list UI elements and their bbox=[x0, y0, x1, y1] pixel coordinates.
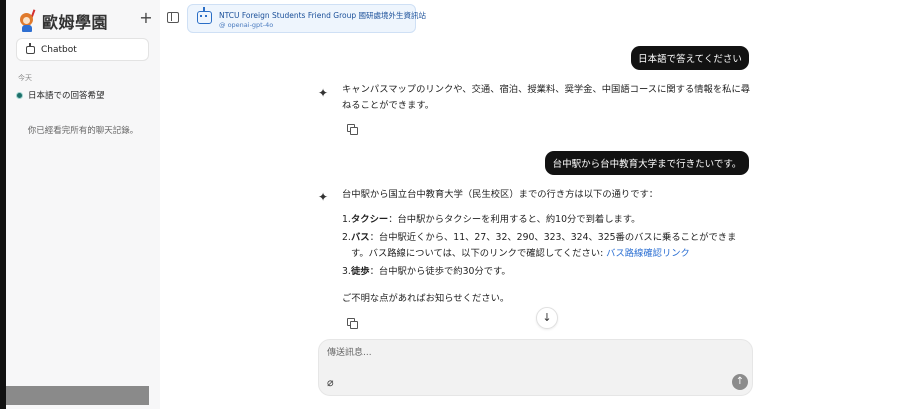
attach-icon[interactable]: ⌀ bbox=[327, 376, 339, 390]
arrow-up-icon: ↑ bbox=[735, 376, 745, 387]
history-end-note: 你已經看完所有的聊天記錄。 bbox=[27, 126, 139, 136]
assistant-message: キャンパスマップのリンクや、交通、宿泊、授業料、奨学金、中国語コースに関する情報… bbox=[342, 84, 751, 111]
bus-route-link[interactable]: バス路線確認リンク bbox=[606, 248, 690, 259]
list-item: 2. バス：台中駅近くから、11、27、32、290、323、324、325番の… bbox=[342, 232, 737, 259]
list-item: 3. 徒歩：台中駅から徒歩で約30分です。 bbox=[342, 266, 511, 277]
assistant-message-intro: 台中駅から国立台中教育大学（民生校区）までの行き方は以下の通りです： bbox=[342, 189, 659, 200]
bot-title: NTCU Foreign Students Friend Group 國研處境外… bbox=[219, 11, 426, 20]
message-composer: ⌀ ↑ bbox=[318, 339, 753, 396]
sidebar-scrollbar[interactable] bbox=[6, 386, 149, 405]
user-message: 台中駅から台中教育大学まで行きたいです。 bbox=[545, 151, 749, 175]
route-title: 徒歩 bbox=[351, 266, 370, 277]
robot-icon bbox=[197, 7, 212, 24]
route-title: バス bbox=[351, 232, 370, 243]
route-list: 1. タクシー：台中駅からタクシーを利用すると、約10分で到着します。 2. バ… bbox=[342, 212, 747, 282]
app-logo[interactable]: 歐姆學園 bbox=[18, 9, 108, 33]
toggle-sidebar-button[interactable] bbox=[167, 12, 179, 23]
send-button[interactable]: ↑ bbox=[732, 374, 748, 390]
route-text: ：台中駅からタクシーを利用すると、約10分で到着します。 bbox=[388, 214, 641, 225]
history-item-label: 日本語での回答希望 bbox=[28, 91, 105, 101]
arrow-down-icon: ↓ bbox=[542, 311, 552, 324]
route-text: ：台中駅から徒歩で約30分です。 bbox=[369, 266, 511, 277]
chatbot-button[interactable]: Chatbot bbox=[16, 38, 149, 61]
chatbot-label: Chatbot bbox=[41, 44, 77, 55]
user-message: 日本語で答えてください bbox=[631, 46, 749, 70]
list-item: 1. タクシー：台中駅からタクシーを利用すると、約10分で到着します。 bbox=[342, 214, 641, 225]
mascot-logo-icon bbox=[18, 9, 39, 32]
assistant-message-outro: ご不明な点があればお知らせください。 bbox=[342, 293, 510, 304]
bot-info-chip[interactable]: NTCU Foreign Students Friend Group 國研處境外… bbox=[187, 4, 426, 33]
route-title: タクシー bbox=[351, 214, 389, 225]
assistant-sparkle-icon: ✦ bbox=[317, 86, 329, 100]
sidebar: 歐姆學園 + Chatbot 今天 日本語での回答希望 你已經看完所有的聊天記錄… bbox=[6, 0, 160, 409]
copy-button[interactable] bbox=[343, 121, 360, 136]
chat-status-icon bbox=[16, 91, 23, 99]
bot-model: @ openai-gpt-4o bbox=[219, 21, 274, 29]
copy-button[interactable] bbox=[343, 315, 360, 330]
history-section-today: 今天 bbox=[18, 74, 32, 82]
history-item[interactable]: 日本語での回答希望 bbox=[16, 88, 152, 102]
assistant-sparkle-icon: ✦ bbox=[317, 190, 329, 204]
scroll-down-button[interactable]: ↓ bbox=[536, 307, 558, 329]
new-chat-button[interactable]: + bbox=[138, 10, 154, 26]
logo-text: 歐姆學園 bbox=[42, 13, 109, 32]
bot-icon bbox=[26, 42, 35, 54]
message-input[interactable] bbox=[327, 345, 707, 361]
plus-icon: + bbox=[139, 8, 153, 27]
